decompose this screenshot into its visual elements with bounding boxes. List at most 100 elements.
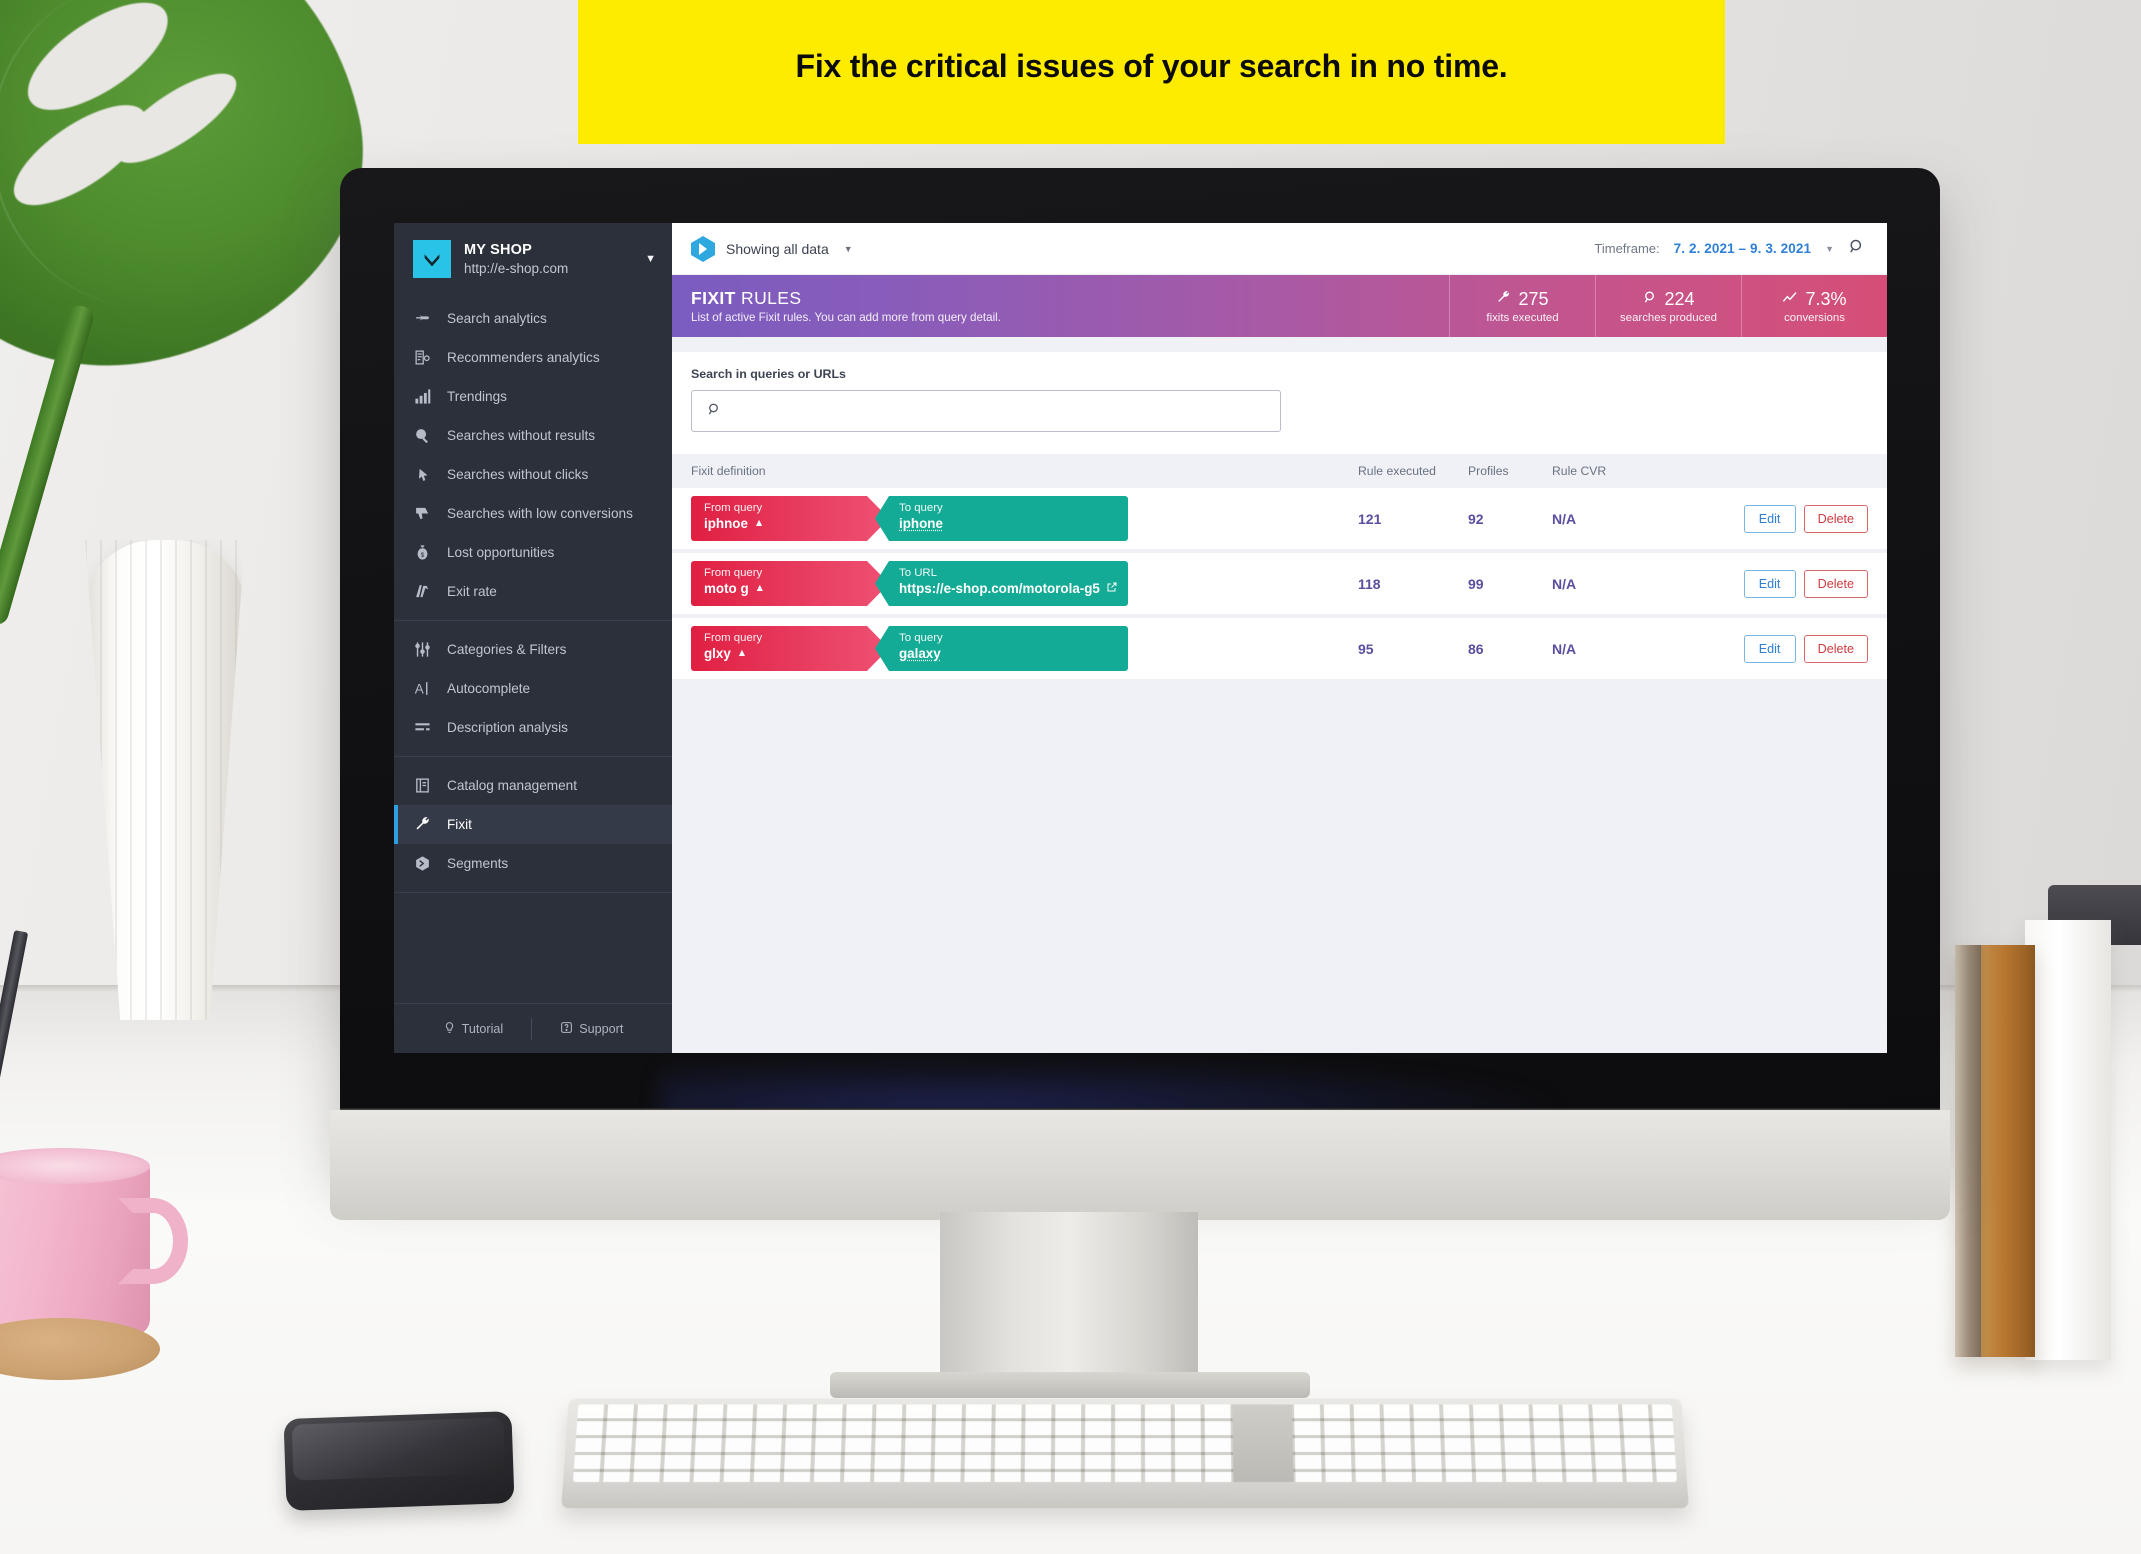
table-header: Fixit definition Rule executed Profiles …: [672, 454, 1887, 488]
click-slash-icon: [413, 466, 432, 483]
chip-to-value-wrap: iphone: [899, 515, 1128, 532]
sidebar: MY SHOP http://e-shop.com ▼ Search analy…: [394, 223, 672, 1053]
chip-to-label: To query: [899, 502, 943, 514]
sidebar-item-autocomplete[interactable]: A Autocomplete: [394, 669, 672, 708]
sidebar-item-label: Searches without clicks: [447, 467, 589, 482]
wrench-icon: [413, 816, 432, 833]
chip-to-value: galaxy: [899, 646, 941, 662]
chevron-down-icon[interactable]: ▼: [844, 244, 853, 254]
sidebar-item-segments[interactable]: Segments: [394, 844, 672, 883]
chevron-down-icon[interactable]: ▼: [1825, 244, 1834, 254]
profiles-value: 92: [1468, 510, 1484, 527]
sidebar-item-lost-opportunities[interactable]: $ Lost opportunities: [394, 533, 672, 572]
chip-from-query: From query moto g ▲: [691, 561, 889, 606]
table-row[interactable]: From query iphnoe ▲ To query iphone 121 …: [672, 488, 1887, 549]
sidebar-item-label: Trendings: [447, 389, 507, 404]
luigis-box-logo-icon: [690, 235, 716, 263]
sidebar-item-catalog-management[interactable]: Catalog management: [394, 766, 672, 805]
edit-button[interactable]: Edit: [1743, 504, 1796, 533]
search-icon[interactable]: [1848, 238, 1865, 260]
sidebar-item-exit-rate[interactable]: Exit rate: [394, 572, 672, 611]
fixit-rule-chip[interactable]: From query glxy ▲ To query galaxy: [691, 626, 1128, 671]
column-header-profiles: Profiles: [1468, 464, 1509, 478]
chip-to-label: To URL: [899, 567, 937, 579]
tutorial-label: Tutorial: [461, 1021, 504, 1036]
sidebar-item-categories-filters[interactable]: Categories & Filters: [394, 630, 672, 669]
profiles-value: 99: [1468, 575, 1484, 592]
callout-banner: Fix the critical issues of your search i…: [578, 0, 1725, 144]
showing-all-data-label[interactable]: Showing all data: [726, 241, 829, 257]
topbar: Showing all data ▼ Timeframe: 7. 2. 2021…: [672, 223, 1887, 275]
warning-triangle-icon: ▲: [736, 647, 748, 660]
text-cursor-icon: A: [413, 680, 432, 697]
chip-from-value-wrap: iphnoe ▲: [704, 515, 889, 532]
chip-to-value: iphone: [899, 516, 943, 532]
stat-searches-produced: 224 searches produced: [1595, 275, 1741, 337]
stat-fixits-executed: 275 fixits executed: [1449, 275, 1595, 337]
sliders-icon: [413, 641, 432, 658]
fixit-definition-cell: From query iphnoe ▲ To query iphone: [691, 496, 1358, 541]
svg-text:A: A: [415, 681, 424, 696]
search-input[interactable]: [729, 403, 1266, 419]
chip-to-value-wrap: galaxy: [899, 645, 1128, 662]
sidebar-item-fixit[interactable]: Fixit: [394, 805, 672, 844]
row-actions: Edit Delete: [1680, 634, 1868, 663]
sidebar-item-label: Searches with low conversions: [447, 506, 633, 521]
edit-button[interactable]: Edit: [1743, 634, 1796, 663]
sidebar-item-label: Search analytics: [447, 311, 547, 326]
stat-conversions: 7.3% conversions: [1741, 275, 1887, 337]
chip-to-value[interactable]: https://e-shop.com/motorola-g5: [899, 580, 1100, 597]
timeframe-value[interactable]: 7. 2. 2021 – 9. 3. 2021: [1674, 241, 1811, 256]
delete-button[interactable]: Delete: [1803, 504, 1868, 533]
text-lines-icon: [413, 719, 432, 736]
sidebar-item-recommenders-analytics[interactable]: Recommenders analytics: [394, 338, 672, 377]
fixit-rule-chip[interactable]: From query iphnoe ▲ To query iphone: [691, 496, 1128, 541]
rule-cvr-value: N/A: [1552, 510, 1577, 527]
sidebar-item-label: Segments: [447, 856, 509, 871]
smartphone: [283, 1411, 515, 1511]
search-input-wrapper[interactable]: [691, 390, 1281, 432]
segments-icon: [413, 855, 432, 872]
rule-executed-value: 121: [1358, 510, 1382, 527]
table-row[interactable]: From query moto g ▲ To URL https://e-sho…: [672, 553, 1887, 614]
fixit-rule-chip[interactable]: From query moto g ▲ To URL https://e-sho…: [691, 561, 1128, 606]
sidebar-item-search-analytics[interactable]: Search analytics: [394, 299, 672, 338]
book-icon: [413, 777, 432, 794]
stat-value: 224: [1664, 288, 1695, 309]
sidebar-item-searches-without-results[interactable]: Searches without results: [394, 416, 672, 455]
search-field-label: Search in queries or URLs: [691, 367, 846, 381]
column-header-definition: Fixit definition: [691, 464, 766, 478]
monitor-stand-foot: [830, 1372, 1310, 1398]
sidebar-item-trendings[interactable]: Trendings: [394, 377, 672, 416]
app-screen: MY SHOP http://e-shop.com ▼ Search analy…: [394, 223, 1887, 1053]
chip-from-label: From query: [704, 502, 763, 514]
delete-button[interactable]: Delete: [1803, 569, 1868, 598]
sidebar-item-label: Autocomplete: [447, 681, 531, 696]
rule-executed-value: 95: [1358, 640, 1374, 657]
sidebar-item-description-analysis[interactable]: Description analysis: [394, 708, 672, 747]
sidebar-footer: Tutorial Support: [394, 1003, 672, 1053]
table-row[interactable]: From query glxy ▲ To query galaxy 95 86 …: [672, 618, 1887, 679]
fixit-rules-header: FIXIT RULES List of active Fixit rules. …: [672, 275, 1887, 337]
sidebar-item-searches-with-low-conversions[interactable]: Searches with low conversions: [394, 494, 672, 533]
document-bulb-icon: [413, 349, 432, 366]
sidebar-item-searches-without-clicks[interactable]: Searches without clicks: [394, 455, 672, 494]
magnifier-icon: [1642, 289, 1657, 310]
caret-down-icon[interactable]: ▼: [645, 253, 656, 265]
magnifier-icon: [706, 402, 721, 421]
stat-value: 7.3%: [1805, 288, 1847, 309]
shop-selector[interactable]: MY SHOP http://e-shop.com ▼: [394, 223, 672, 295]
shop-logo-icon: [413, 240, 451, 278]
support-button[interactable]: Support: [532, 1021, 651, 1037]
magnifier-slash-icon: [413, 427, 432, 444]
svg-text:$: $: [421, 552, 425, 559]
delete-button[interactable]: Delete: [1803, 634, 1868, 663]
tutorial-button[interactable]: Tutorial: [415, 1021, 532, 1037]
edit-button[interactable]: Edit: [1743, 569, 1796, 598]
callout-text: Fix the critical issues of your search i…: [795, 48, 1508, 84]
page-title: FIXIT RULES: [691, 288, 1449, 308]
timeframe-label: Timeframe:: [1594, 241, 1660, 256]
external-link-icon[interactable]: [1106, 581, 1118, 598]
chip-from-value: moto g: [704, 581, 749, 597]
page-subtitle: List of active Fixit rules. You can add …: [691, 311, 1001, 325]
